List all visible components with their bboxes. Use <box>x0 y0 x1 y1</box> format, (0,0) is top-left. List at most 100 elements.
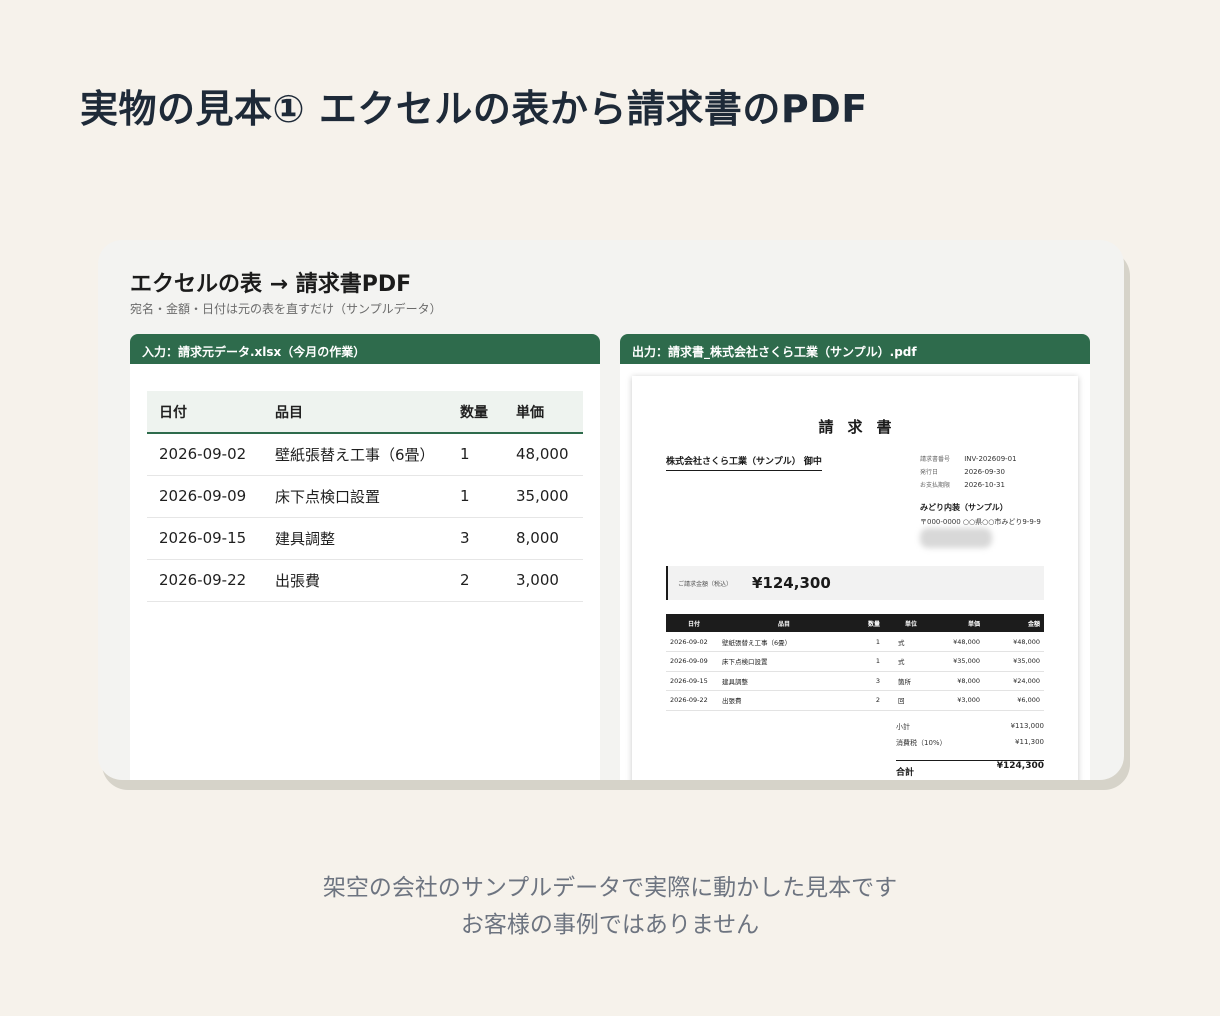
example-card: エクセルの表 → 請求書PDF 宛名・金額・日付は元の表を直すだけ（サンプルデー… <box>98 240 1124 780</box>
invoice-col-qty: 数量 <box>846 614 886 632</box>
cell-amount: ¥35,000 <box>984 651 1044 672</box>
page-title: 実物の見本① エクセルの表から請求書のPDF <box>80 87 868 131</box>
table-row: 2026-09-02 壁紙張替え工事（6畳） 1 式 ¥48,000 ¥48,0… <box>666 632 1044 652</box>
cell-date: 2026-09-22 <box>147 559 263 602</box>
cell-price: ¥35,000 <box>924 651 984 672</box>
table-row: 2026-09-22 出張費 2 3,000 <box>147 559 583 602</box>
cell-amount: ¥6,000 <box>984 690 1044 711</box>
input-panel: 入力：請求元データ.xlsx（今月の作業） 日付 品目 数量 単価 2026-0… <box>130 334 600 780</box>
cell-qty: 2 <box>448 559 504 602</box>
cell-date: 2026-09-09 <box>147 475 263 518</box>
subtotal-label: 小計 <box>896 723 910 731</box>
issuer-name: みどり内装（サンプル） <box>920 503 1008 512</box>
grand-total-value: ¥124,300 <box>996 761 1044 771</box>
output-panel: 出力：請求書_株式会社さくら工業（サンプル）.pdf 請求書 株式会社さくら工業… <box>620 334 1090 780</box>
subtotal-row: 小計 ¥113,000 <box>896 722 1044 738</box>
meta-label: 請求書番号 <box>920 456 951 463</box>
card-subtitle: 宛名・金額・日付は元の表を直すだけ（サンプルデータ） <box>130 302 442 316</box>
table-row: 2026-09-09 床下点検口設置 1 35,000 <box>147 475 583 518</box>
grand-total-label: 合計 <box>896 768 915 778</box>
cell-price: 48,000 <box>504 433 583 476</box>
output-panel-header: 出力：請求書_株式会社さくら工業（サンプル）.pdf <box>620 334 1090 364</box>
invoice-header-row: 日付 品目 数量 単位 単価 金額 <box>666 614 1044 632</box>
meta-label: お支払期限 <box>920 482 951 489</box>
grand-total-row: 合計 ¥124,300 <box>896 760 1044 780</box>
input-panel-header: 入力：請求元データ.xlsx（今月の作業） <box>130 334 600 364</box>
column-header-item: 品目 <box>263 391 448 434</box>
tax-value: ¥11,300 <box>1015 738 1044 746</box>
cell-date: 2026-09-02 <box>666 632 718 652</box>
column-header-qty: 数量 <box>448 391 504 434</box>
invoice-recipient: 株式会社さくら工業（サンプル） 御中 <box>666 454 822 471</box>
input-table-header-row: 日付 品目 数量 単価 <box>147 391 583 434</box>
cell-item: 出張費 <box>718 690 846 711</box>
meta-row: 請求書番号 INV-202609-01 <box>920 454 1017 467</box>
cell-date: 2026-09-02 <box>147 433 263 476</box>
column-header-date: 日付 <box>147 391 263 434</box>
invoice-col-date: 日付 <box>666 614 718 632</box>
table-row: 2026-09-09 床下点検口設置 1 式 ¥35,000 ¥35,000 <box>666 651 1044 672</box>
cell-amount: ¥24,000 <box>984 671 1044 691</box>
cell-price: ¥3,000 <box>924 690 984 711</box>
cell-unit: 式 <box>886 651 924 672</box>
cell-item: 床下点検口設置 <box>718 651 846 672</box>
cell-qty: 1 <box>846 651 886 672</box>
footer-line-1: 架空の会社のサンプルデータで実際に動かした見本です <box>322 875 898 901</box>
invoice-col-price: 単価 <box>924 614 984 632</box>
invoice-summary: 小計 ¥113,000 消費税（10%） ¥11,300 合計 ¥124,300 <box>896 722 1044 780</box>
pdf-preview: 請求書 株式会社さくら工業（サンプル） 御中 請求書番号 INV-202609-… <box>632 376 1078 780</box>
cell-amount: ¥48,000 <box>984 632 1044 652</box>
meta-value: 2026-10-31 <box>964 481 1005 489</box>
invoice-issuer: みどり内装（サンプル） 〒000-0000 ○○県○○市みどり9-9-9 <box>920 502 1041 527</box>
cell-date: 2026-09-09 <box>666 651 718 672</box>
invoice-col-item: 品目 <box>718 614 846 632</box>
cell-price: 8,000 <box>504 517 583 560</box>
cell-item: 建具調整 <box>718 671 846 691</box>
meta-value: INV-202609-01 <box>964 455 1017 463</box>
table-row: 2026-09-02 壁紙張替え工事（6畳） 1 48,000 <box>147 433 583 476</box>
meta-row: 発行日 2026-09-30 <box>920 467 1017 480</box>
blurred-seal <box>920 528 992 548</box>
input-table: 日付 品目 数量 単価 2026-09-02 壁紙張替え工事（6畳） 1 48,… <box>147 391 583 602</box>
cell-unit: 箇所 <box>886 671 924 691</box>
tax-label: 消費税（10%） <box>896 739 947 747</box>
cell-qty: 1 <box>846 632 886 652</box>
cell-qty: 1 <box>448 433 504 476</box>
meta-label: 発行日 <box>920 469 939 476</box>
cell-price: 35,000 <box>504 475 583 518</box>
total-amount: ¥124,300 <box>752 574 831 592</box>
cell-qty: 3 <box>448 517 504 560</box>
footer-line-2: お客様の事例ではありません <box>460 912 760 938</box>
cell-item: 建具調整 <box>263 517 448 560</box>
cell-item: 壁紙張替え工事（6畳） <box>718 632 846 652</box>
meta-row: お支払期限 2026-10-31 <box>920 480 1017 493</box>
cell-price: ¥8,000 <box>924 671 984 691</box>
column-header-price: 単価 <box>504 391 583 434</box>
cell-item: 壁紙張替え工事（6畳） <box>263 433 448 476</box>
cell-qty: 1 <box>448 475 504 518</box>
card-title: エクセルの表 → 請求書PDF <box>130 272 412 297</box>
table-row: 2026-09-22 出張費 2 回 ¥3,000 ¥6,000 <box>666 690 1044 711</box>
cell-unit: 回 <box>886 690 924 711</box>
invoice-meta: 請求書番号 INV-202609-01 発行日 2026-09-30 お支払期限… <box>920 454 1017 493</box>
cell-unit: 式 <box>886 632 924 652</box>
cell-qty: 2 <box>846 690 886 711</box>
cell-price: 3,000 <box>504 559 583 602</box>
cell-qty: 3 <box>846 671 886 691</box>
invoice-col-amount: 金額 <box>984 614 1044 632</box>
total-label: ご請求金額（税込） <box>678 581 733 588</box>
cell-date: 2026-09-15 <box>147 517 263 560</box>
cell-item: 床下点検口設置 <box>263 475 448 518</box>
invoice-title: 請求書 <box>818 418 906 436</box>
table-row: 2026-09-15 建具調整 3 8,000 <box>147 517 583 560</box>
table-row: 2026-09-15 建具調整 3 箇所 ¥8,000 ¥24,000 <box>666 671 1044 691</box>
invoice-col-unit: 単位 <box>886 614 924 632</box>
meta-value: 2026-09-30 <box>964 468 1005 476</box>
issuer-address: 〒000-0000 ○○県○○市みどり9-9-9 <box>920 518 1041 526</box>
footer-note: 架空の会社のサンプルデータで実際に動かした見本です お客様の事例ではありません <box>0 870 1220 944</box>
cell-date: 2026-09-22 <box>666 690 718 711</box>
invoice-line-items: 日付 品目 数量 単位 単価 金額 2026-09-02 壁紙張替え工事（6畳）… <box>666 614 1044 711</box>
cell-price: ¥48,000 <box>924 632 984 652</box>
cell-item: 出張費 <box>263 559 448 602</box>
cell-date: 2026-09-15 <box>666 671 718 691</box>
